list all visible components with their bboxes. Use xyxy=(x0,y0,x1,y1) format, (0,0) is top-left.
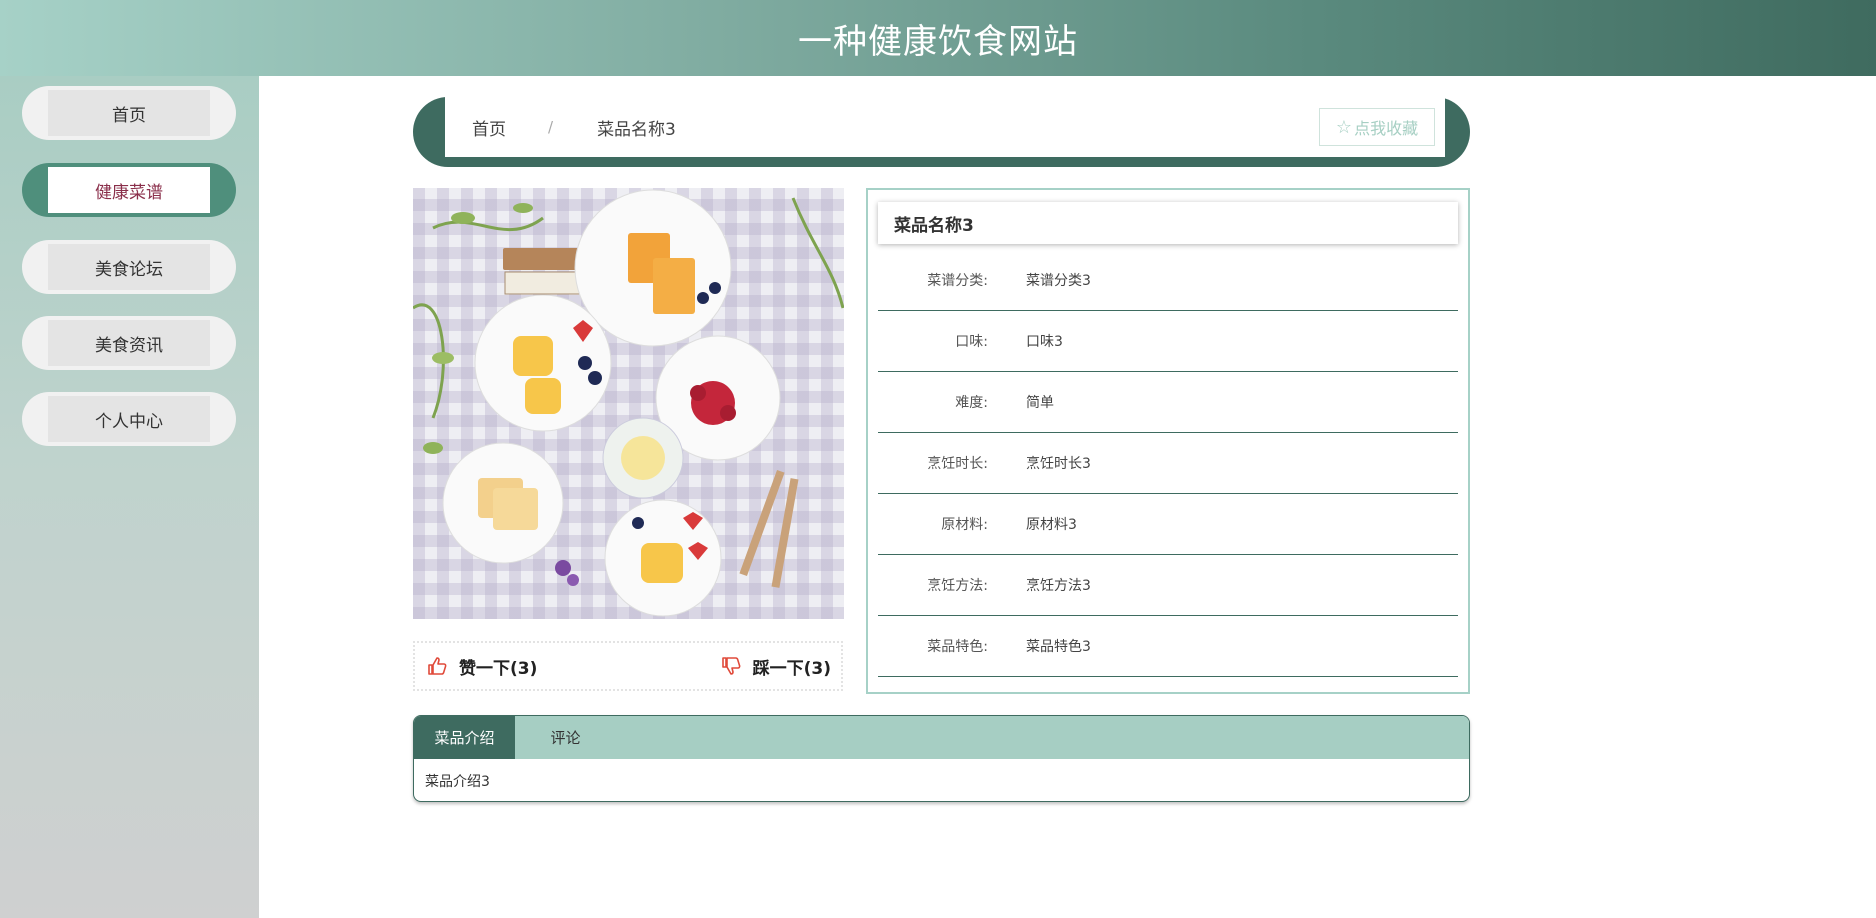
sidebar-item-home[interactable]: 首页 xyxy=(22,86,236,140)
detail-label: 菜品特色: xyxy=(927,639,988,655)
sidebar: 首页 健康菜谱 美食论坛 美食资讯 个人中心 xyxy=(0,76,259,918)
breadcrumb-current: 菜品名称3 xyxy=(597,119,676,140)
tab-dish-intro[interactable]: 菜品介绍 xyxy=(414,716,515,759)
detail-row-ingredients: 原材料: 原材料3 xyxy=(878,494,1458,555)
like-label: 赞一下(3) xyxy=(459,658,538,679)
detail-row-flavor: 口味: 口味3 xyxy=(878,311,1458,372)
thumbs-down-icon xyxy=(721,657,741,675)
detail-row-cooking-time: 烹饪时长: 烹饪时长3 xyxy=(878,433,1458,494)
detail-value: 菜品特色3 xyxy=(1026,639,1091,655)
dish-image xyxy=(413,188,844,619)
breadcrumb-separator: / xyxy=(548,118,554,136)
favorite-button-label: 点我收藏 xyxy=(1354,119,1419,138)
dish-title: 菜品名称3 xyxy=(878,202,1458,244)
detail-value: 烹饪方法3 xyxy=(1026,578,1091,594)
sidebar-item-label: 美食论坛 xyxy=(48,244,210,290)
star-outline-icon: ☆ xyxy=(1335,116,1353,138)
dislike-label: 踩一下(3) xyxy=(752,658,831,679)
sidebar-item-label: 首页 xyxy=(48,90,210,136)
detail-value: 简单 xyxy=(1026,395,1054,411)
site-title: 一种健康饮食网站 xyxy=(798,21,1078,62)
breadcrumb-home-link[interactable]: 首页 xyxy=(472,115,506,140)
detail-label: 难度: xyxy=(955,395,988,411)
dish-photo-illustration xyxy=(413,189,844,617)
sidebar-item-personal-center[interactable]: 个人中心 xyxy=(22,392,236,446)
vote-bar: 赞一下(3) 踩一下(3) xyxy=(413,641,843,691)
detail-row-features: 菜品特色: 菜品特色3 xyxy=(878,616,1458,677)
detail-label: 原材料: xyxy=(941,517,988,533)
detail-label: 菜谱分类: xyxy=(927,273,988,289)
detail-label: 烹饪时长: xyxy=(927,456,988,472)
like-button[interactable]: 赞一下(3) xyxy=(427,643,537,689)
dish-detail-panel: 菜品名称3 菜谱分类: 菜谱分类3 口味: 口味3 难度: 简单 烹饪时长: 烹… xyxy=(866,188,1470,694)
sidebar-item-healthy-recipes[interactable]: 健康菜谱 xyxy=(22,163,236,217)
tab-comments[interactable]: 评论 xyxy=(515,716,616,759)
detail-label: 口味: xyxy=(955,334,988,350)
tab-content: 菜品介绍3 xyxy=(425,774,490,790)
favorite-button[interactable]: ☆ 点我收藏 xyxy=(1319,108,1435,146)
detail-value: 原材料3 xyxy=(1026,517,1077,533)
detail-value: 烹饪时长3 xyxy=(1026,456,1091,472)
detail-row-category: 菜谱分类: 菜谱分类3 xyxy=(878,250,1458,311)
detail-row-cooking-method: 烹饪方法: 烹饪方法3 xyxy=(878,555,1458,616)
breadcrumb-bar: 首页 / 菜品名称3 ☆ 点我收藏 xyxy=(413,97,1470,167)
breadcrumb: 首页 / 菜品名称3 ☆ 点我收藏 xyxy=(445,97,1445,157)
sidebar-item-label: 健康菜谱 xyxy=(48,167,210,213)
detail-value: 口味3 xyxy=(1026,334,1063,350)
sidebar-item-label: 个人中心 xyxy=(48,396,210,442)
sidebar-item-label: 美食资讯 xyxy=(48,320,210,366)
detail-row-difficulty: 难度: 简单 xyxy=(878,372,1458,433)
detail-label: 烹饪方法: xyxy=(927,578,988,594)
site-header: 一种健康饮食网站 xyxy=(0,0,1876,76)
detail-value: 菜谱分类3 xyxy=(1026,273,1091,289)
sidebar-item-food-forum[interactable]: 美食论坛 xyxy=(22,240,236,294)
sidebar-item-food-news[interactable]: 美食资讯 xyxy=(22,316,236,370)
tab-bar: 菜品介绍 评论 xyxy=(414,716,1469,759)
dislike-button[interactable]: 踩一下(3) xyxy=(721,643,831,689)
thumbs-up-icon xyxy=(428,657,447,675)
dish-tabs: 菜品介绍 评论 菜品介绍3 xyxy=(413,715,1470,802)
